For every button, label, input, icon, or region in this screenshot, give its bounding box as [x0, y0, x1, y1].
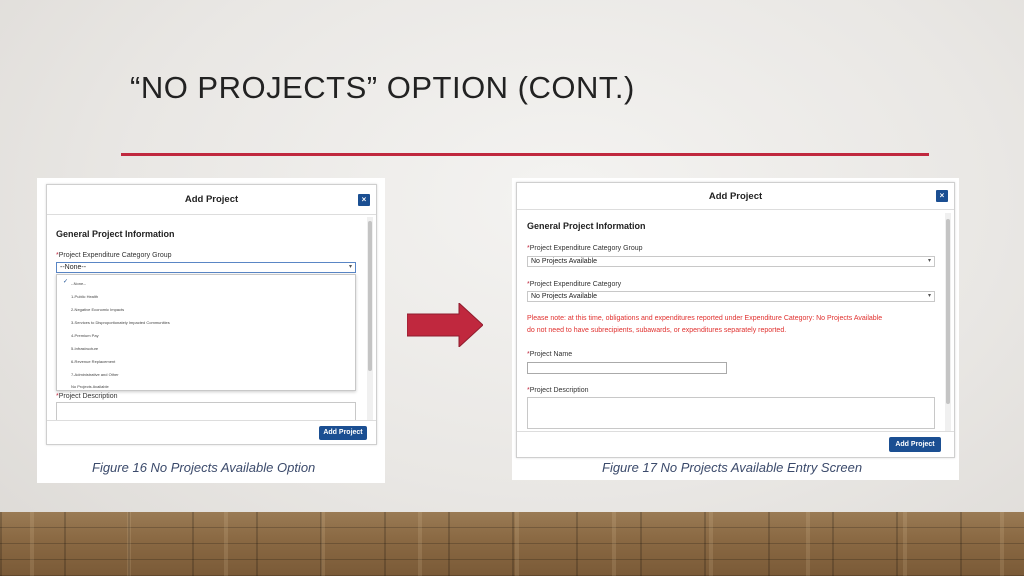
notice-text: Please note: at this time, obligations a…	[527, 313, 882, 337]
modal-header: Add Project ×	[517, 183, 954, 210]
dropdown-option[interactable]: 3-Services to Disproportionately Impacte…	[71, 320, 170, 325]
category-group-dropdown: ✓ --None-- 1-Public Health 2-Negative Ec…	[56, 274, 356, 391]
figure-caption: Figure 16 No Projects Available Option	[92, 460, 316, 475]
right-arrow-icon	[407, 303, 483, 347]
add-project-button[interactable]: Add Project	[889, 437, 941, 452]
modal-scrollbar[interactable]	[367, 217, 373, 422]
dropdown-option[interactable]: --None--	[71, 281, 86, 286]
scroll-thumb[interactable]	[368, 221, 372, 371]
close-icon[interactable]: ×	[936, 190, 948, 202]
modal-scrollbar[interactable]	[945, 213, 951, 431]
add-project-modal: Add Project × General Project Informatio…	[46, 184, 377, 445]
modal-header: Add Project ×	[47, 185, 376, 215]
description-textarea[interactable]	[527, 397, 935, 429]
category-label: *Project Expenditure Category	[527, 281, 622, 288]
chevron-down-icon: ▾	[348, 264, 352, 270]
dropdown-option[interactable]: 6-Revenue Replacement	[71, 359, 115, 364]
check-icon: ✓	[63, 279, 69, 285]
chevron-down-icon: ▾	[927, 293, 931, 299]
wood-floor-decoration	[0, 512, 1024, 576]
figure-17: Add Project × General Project Informatio…	[512, 178, 959, 480]
dropdown-option[interactable]: No Projects Available	[71, 384, 109, 389]
dropdown-option[interactable]: 2-Negative Economic Impacts	[71, 307, 124, 312]
figure-caption: Figure 17 No Projects Available Entry Sc…	[602, 460, 863, 475]
dropdown-option[interactable]: 4-Premium Pay	[71, 333, 99, 338]
modal-footer: Add Project	[47, 420, 376, 444]
add-project-button[interactable]: Add Project	[319, 426, 367, 440]
project-name-label: *Project Name	[527, 351, 573, 358]
project-name-input[interactable]	[527, 362, 727, 374]
chevron-down-icon: ▾	[927, 258, 931, 264]
slide-title: “NO PROJECTS” OPTION (CONT.)	[130, 70, 635, 105]
section-title: General Project Information	[527, 221, 646, 231]
modal-title: Add Project	[708, 191, 763, 202]
category-select[interactable]: No Projects Available ▾	[527, 291, 935, 302]
dropdown-option[interactable]: 1-Public Health	[71, 294, 98, 299]
section-title: General Project Information	[56, 229, 175, 239]
notice-line: Please note: at this time, obligations a…	[527, 315, 883, 322]
description-textarea[interactable]	[56, 402, 356, 422]
description-label: *Project Description	[527, 387, 589, 394]
scroll-thumb[interactable]	[946, 219, 950, 404]
modal-footer: Add Project	[517, 431, 954, 457]
category-group-select[interactable]: --None-- ▾	[56, 262, 356, 273]
category-group-label: *Project Expenditure Category Group	[56, 252, 172, 259]
title-divider	[121, 153, 929, 156]
category-group-select[interactable]: No Projects Available ▾	[527, 256, 935, 267]
add-project-modal: Add Project × General Project Informatio…	[516, 182, 955, 458]
notice-line: do not need to have subrecipients, subaw…	[527, 327, 787, 334]
dropdown-option[interactable]: 7-Administrative and Other	[71, 372, 119, 377]
dropdown-option[interactable]: 5-Infrastructure	[71, 346, 98, 351]
category-group-label: *Project Expenditure Category Group	[527, 245, 643, 252]
description-label: *Project Description	[56, 393, 118, 400]
modal-title: Add Project	[184, 194, 239, 205]
figure-16: Add Project × General Project Informatio…	[37, 178, 385, 483]
close-icon[interactable]: ×	[358, 194, 370, 206]
